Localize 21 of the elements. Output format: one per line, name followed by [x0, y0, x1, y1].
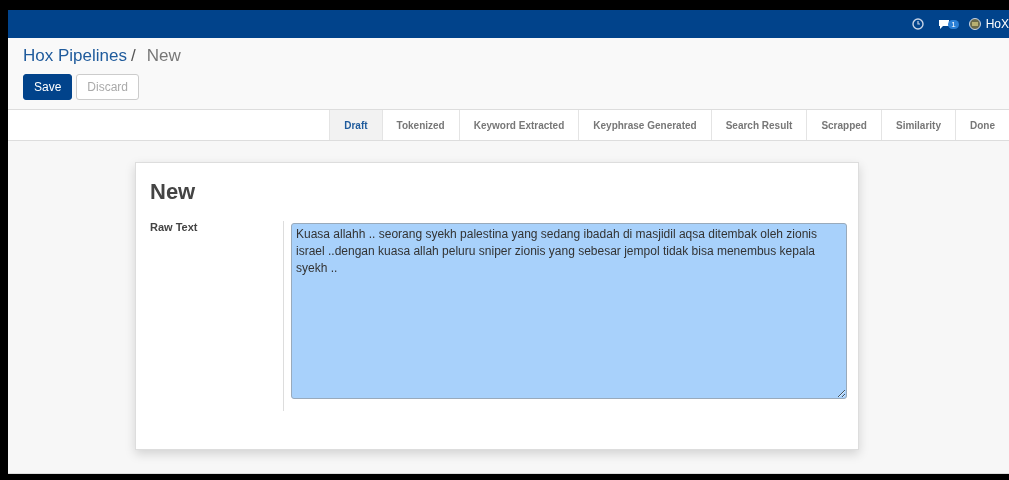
breadcrumb-current: New: [146, 46, 181, 66]
field-label: Raw Text: [150, 221, 199, 235]
record-title: New: [150, 179, 197, 205]
stage-step[interactable]: Scrapped: [806, 110, 881, 140]
raw-text-field[interactable]: Kuasa allahh .. seorang syekh palestina yang sedang ibadah di masjidil aqsa ditembak oleh zionis israel ..dengan kuasa allah peluru sniper zionis yang sebesar jempol tidak bisa menembus kepala syekh ..: [291, 223, 847, 399]
stage-step[interactable]: Tokenized: [381, 110, 459, 140]
save-button[interactable]: Save: [23, 74, 73, 100]
stage-step[interactable]: Similarity: [880, 110, 955, 140]
breadcrumb-separator: /: [130, 46, 136, 66]
breadcrumb-link[interactable]: Hox Pipelines: [23, 46, 127, 66]
clock-icon[interactable]: [912, 18, 925, 30]
stage-step[interactable]: Keyword Extracted: [458, 110, 579, 140]
avatar-icon[interactable]: [968, 18, 981, 30]
user-name[interactable]: HoX: [985, 17, 1009, 31]
stage-step[interactable]: Draft: [329, 110, 382, 140]
discard-button[interactable]: Discard: [76, 74, 140, 100]
stage-step[interactable]: Done: [955, 110, 1009, 140]
stage-step[interactable]: Keyphrase Generated: [578, 110, 711, 140]
messages-button[interactable]: 1: [938, 18, 959, 30]
notification-badge: 1: [948, 19, 959, 29]
stage-step[interactable]: Search Result: [710, 110, 807, 140]
